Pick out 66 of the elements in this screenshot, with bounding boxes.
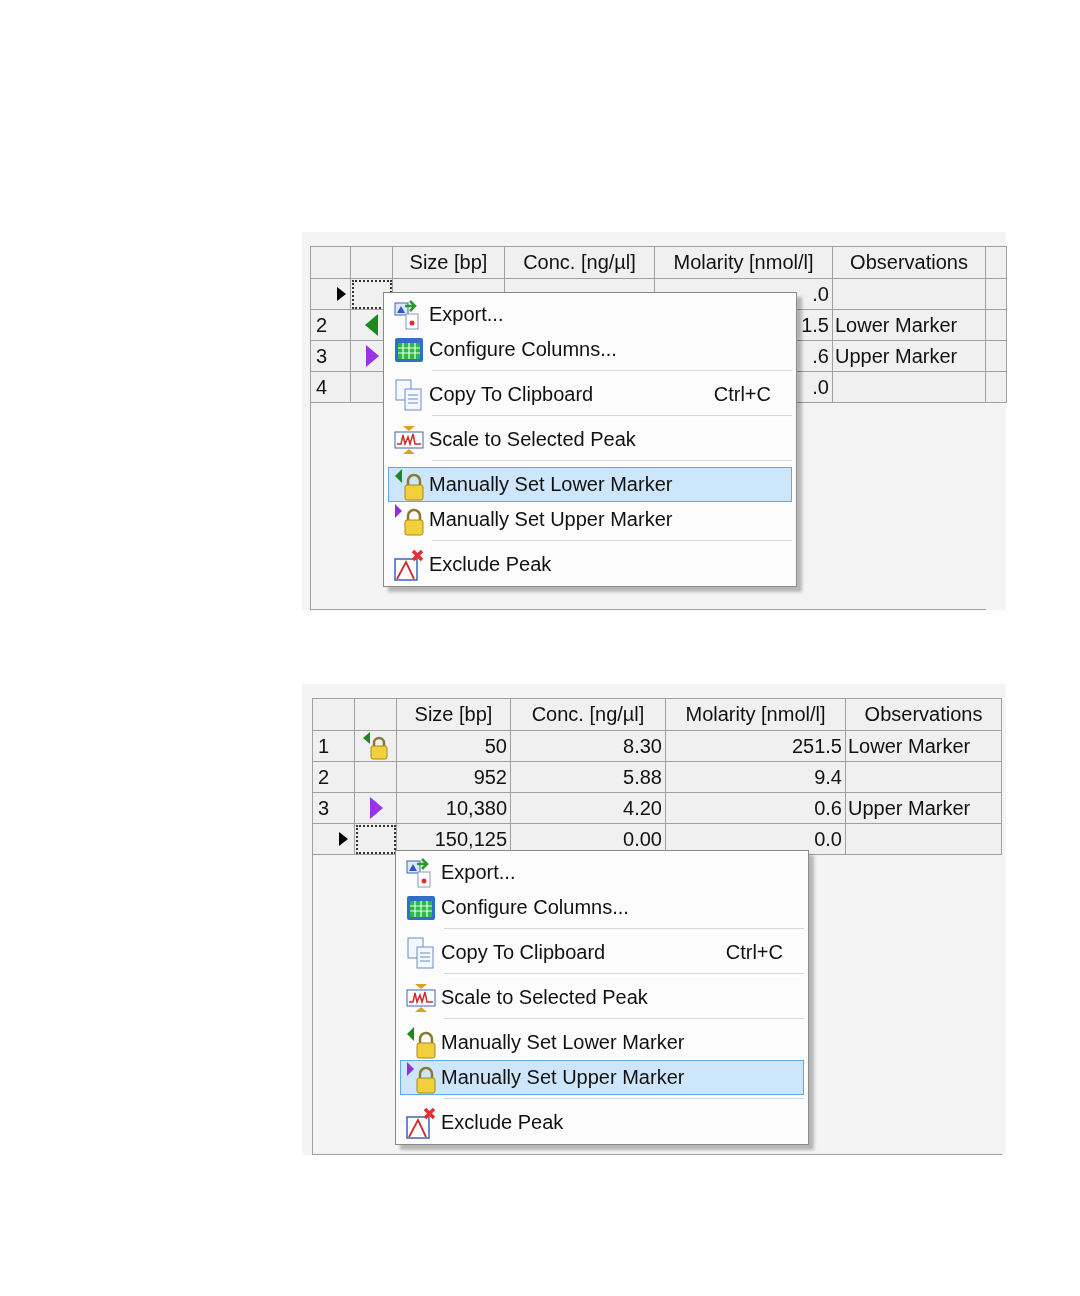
column-header[interactable]: Conc. [ng/µl] <box>505 247 655 279</box>
waveform-icon <box>406 982 436 1013</box>
row-number: 2 <box>315 313 328 337</box>
table-cell: 0.6 <box>666 793 846 824</box>
triangle-icon <box>364 314 379 336</box>
table-cell: Upper Marker <box>846 793 1002 824</box>
waveform-icon <box>394 424 424 455</box>
current-row-icon <box>336 287 346 301</box>
table-cell: 8.30 <box>511 731 666 762</box>
menu-item[interactable]: Manually Set Upper Marker <box>400 1060 804 1095</box>
table-cell: 9.4 <box>666 762 846 793</box>
table-cell: 4.20 <box>511 793 666 824</box>
lock-icon <box>406 1026 436 1059</box>
row-header[interactable]: 1 <box>313 731 355 762</box>
menu-item[interactable]: Manually Set Lower Marker <box>388 467 792 502</box>
column-header[interactable]: Observations <box>846 699 1002 731</box>
menu-item[interactable]: Scale to Selected Peak <box>388 422 792 457</box>
copy-icon <box>394 378 424 411</box>
table-cell: 10,380 <box>397 793 511 824</box>
lock-icon <box>394 503 424 536</box>
row-number: 3 <box>315 344 328 368</box>
menu-item[interactable]: Manually Set Upper Marker <box>388 502 792 537</box>
column-header[interactable]: Molarity [nmol/l] <box>666 699 846 731</box>
lock-icon <box>394 468 424 501</box>
row-number: 3 <box>317 796 330 820</box>
menu-item[interactable]: Copy To Clipboard Ctrl+C <box>400 935 804 970</box>
table-cell: Lower Marker <box>833 310 986 341</box>
row-header[interactable]: 4 <box>311 372 351 403</box>
shortcut-text: Ctrl+C <box>725 941 783 964</box>
table-cell: Lower Marker <box>846 731 1002 762</box>
row-header[interactable]: 2 <box>313 762 355 793</box>
triangle-icon <box>364 345 379 367</box>
table-icon <box>406 894 436 921</box>
table-cell: 50 <box>397 731 511 762</box>
menu-item[interactable]: Exclude Peak <box>400 1105 804 1140</box>
row-number: 2 <box>317 765 330 789</box>
row-number: 1 <box>317 734 330 758</box>
lock-icon <box>406 1061 436 1094</box>
row-header[interactable]: 3 <box>313 793 355 824</box>
column-header[interactable]: Size [bp] <box>397 699 511 731</box>
table-cell: 952 <box>397 762 511 793</box>
column-header[interactable]: Observations <box>833 247 986 279</box>
table-icon <box>394 336 424 363</box>
chart-icon <box>406 1106 436 1139</box>
menu-item[interactable]: Export... <box>400 855 804 890</box>
row-number: 4 <box>315 375 328 399</box>
menu-item[interactable]: Configure Columns... <box>400 890 804 925</box>
row-header[interactable]: 3 <box>311 341 351 372</box>
row-header[interactable]: 2 <box>311 310 351 341</box>
copy-icon <box>406 936 436 969</box>
menu-item[interactable]: Manually Set Lower Marker <box>400 1025 804 1060</box>
chart-icon <box>394 548 424 581</box>
shortcut-text: Ctrl+C <box>713 383 771 406</box>
column-header[interactable]: Conc. [ng/µl] <box>511 699 666 731</box>
menu-item[interactable]: Exclude Peak <box>388 547 792 582</box>
current-row-icon <box>338 832 348 846</box>
column-header[interactable]: Size [bp] <box>393 247 505 279</box>
table-cell: Upper Marker <box>833 341 986 372</box>
column-header[interactable]: Molarity [nmol/l] <box>655 247 833 279</box>
row-header[interactable] <box>313 824 355 855</box>
table-cell: 5.88 <box>511 762 666 793</box>
triangle-icon <box>368 797 383 819</box>
menu-item[interactable]: Scale to Selected Peak <box>400 980 804 1015</box>
row-header[interactable] <box>311 279 351 310</box>
table-cell: 251.5 <box>666 731 846 762</box>
lock-icon <box>361 732 390 760</box>
